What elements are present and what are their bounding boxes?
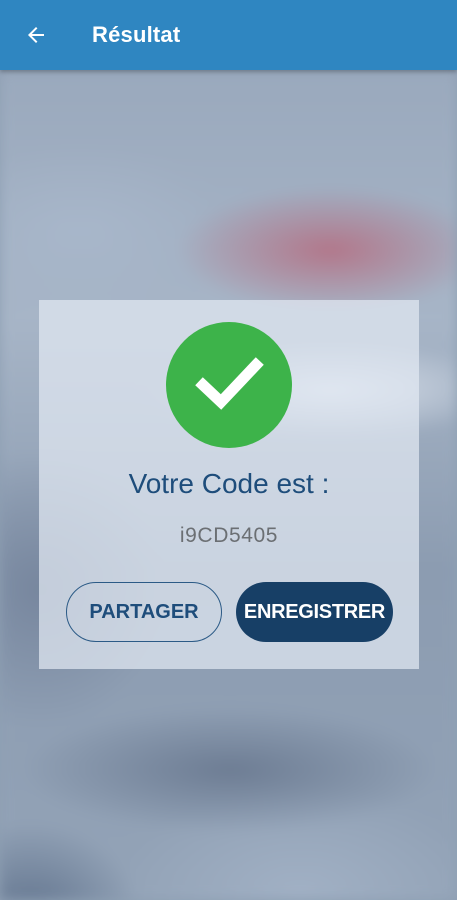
arrow-left-icon <box>24 23 48 47</box>
save-button[interactable]: ENREGISTRER <box>236 582 393 642</box>
back-button[interactable] <box>16 15 56 55</box>
code-value: i9CD5405 <box>179 524 279 547</box>
code-label: Votre Code est : <box>128 468 330 499</box>
check-icon <box>193 347 265 424</box>
app-bar: Résultat <box>0 0 457 70</box>
success-badge <box>166 322 292 448</box>
share-button[interactable]: PARTAGER <box>66 582 222 642</box>
page-title: Résultat <box>92 22 181 47</box>
result-dialog: Votre Code est : i9CD5405 PARTAGER ENREG… <box>39 300 419 669</box>
